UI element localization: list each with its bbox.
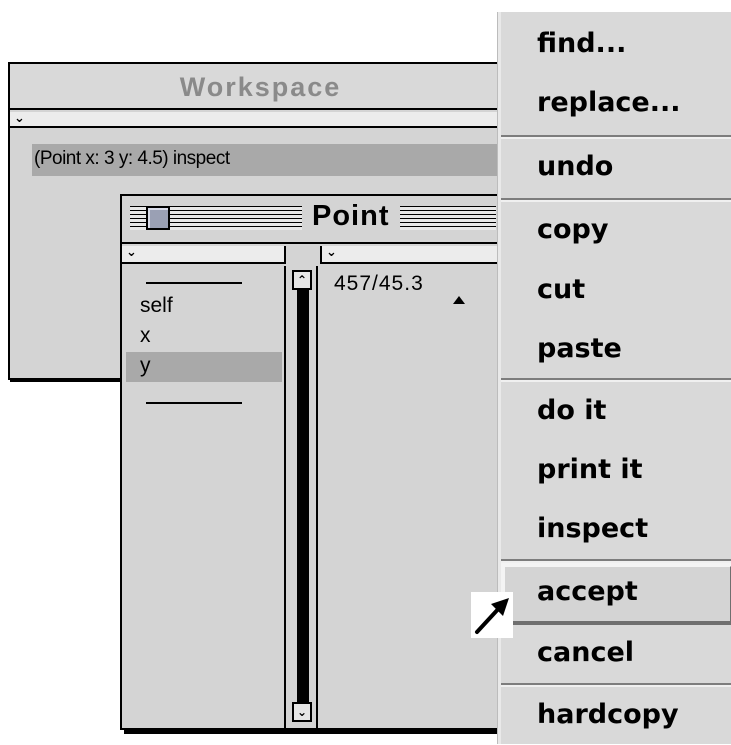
value-menu-strip[interactable]: ⌄ xyxy=(320,246,513,264)
chevron-down-icon[interactable]: ⌄ xyxy=(122,246,284,260)
arrow-up-icon[interactable]: ⌃ xyxy=(292,270,312,290)
inspector-titlebar[interactable]: Point xyxy=(122,196,511,244)
field-list-scrollbar[interactable]: ⌃ ⌄ xyxy=(288,266,318,728)
workspace-title: Workspace xyxy=(179,72,342,102)
field-item-self[interactable]: self xyxy=(126,292,282,322)
menu-item-accept[interactable]: accept xyxy=(501,563,731,625)
menu-item-find[interactable]: find... xyxy=(501,16,731,74)
menu-item-cut[interactable]: cut xyxy=(501,262,731,320)
menu-divider xyxy=(501,683,731,685)
menu-item-hardcopy[interactable]: hardcopy xyxy=(501,687,731,745)
menu-item-do-it[interactable]: do it xyxy=(501,383,731,441)
workspace-code-selection[interactable]: (Point x: 3 y: 4.5) inspect xyxy=(32,144,512,176)
workspace-titlebar[interactable]: Workspace xyxy=(10,64,511,110)
field-value-text[interactable]: 457/45.3 xyxy=(334,272,424,296)
menu-divider xyxy=(501,559,731,561)
inspector-title: Point xyxy=(302,200,400,236)
list-separator-top xyxy=(146,282,242,284)
close-box-icon[interactable] xyxy=(146,206,170,230)
field-item-x[interactable]: x xyxy=(126,322,282,352)
menu-item-undo[interactable]: undo xyxy=(501,139,731,197)
menu-item-print-it[interactable]: print it xyxy=(501,442,731,500)
menu-divider xyxy=(501,198,731,200)
point-inspector-window[interactable]: Point ⌄ ⌄ self x y ⌃ ⌄ 457/45.3 xyxy=(120,194,513,730)
field-item-y[interactable]: y xyxy=(126,352,282,382)
arrow-pointer-icon xyxy=(471,592,513,638)
fields-menu-strip[interactable]: ⌄ xyxy=(122,246,286,264)
workspace-menu-strip[interactable]: ⌄ xyxy=(10,112,511,128)
menu-divider xyxy=(501,378,731,380)
field-list[interactable]: self x y xyxy=(122,266,286,728)
arrow-down-icon[interactable]: ⌄ xyxy=(292,702,312,722)
menu-item-replace[interactable]: replace... xyxy=(501,75,731,133)
chevron-down-icon[interactable]: ⌄ xyxy=(322,246,513,260)
scrollbar-track[interactable] xyxy=(297,290,309,702)
menu-item-copy[interactable]: copy xyxy=(501,202,731,260)
text-caret-icon xyxy=(453,296,465,304)
menu-item-cancel[interactable]: cancel xyxy=(501,625,731,683)
menu-item-paste[interactable]: paste xyxy=(501,321,731,379)
list-separator-bottom xyxy=(146,402,242,404)
chevron-down-icon[interactable]: ⌄ xyxy=(10,112,511,126)
menu-divider xyxy=(501,135,731,137)
menu-item-inspect[interactable]: inspect xyxy=(501,501,731,559)
value-pane[interactable]: 457/45.3 xyxy=(320,266,513,728)
context-menu[interactable]: find... replace... undo copy cut paste d… xyxy=(498,12,731,744)
